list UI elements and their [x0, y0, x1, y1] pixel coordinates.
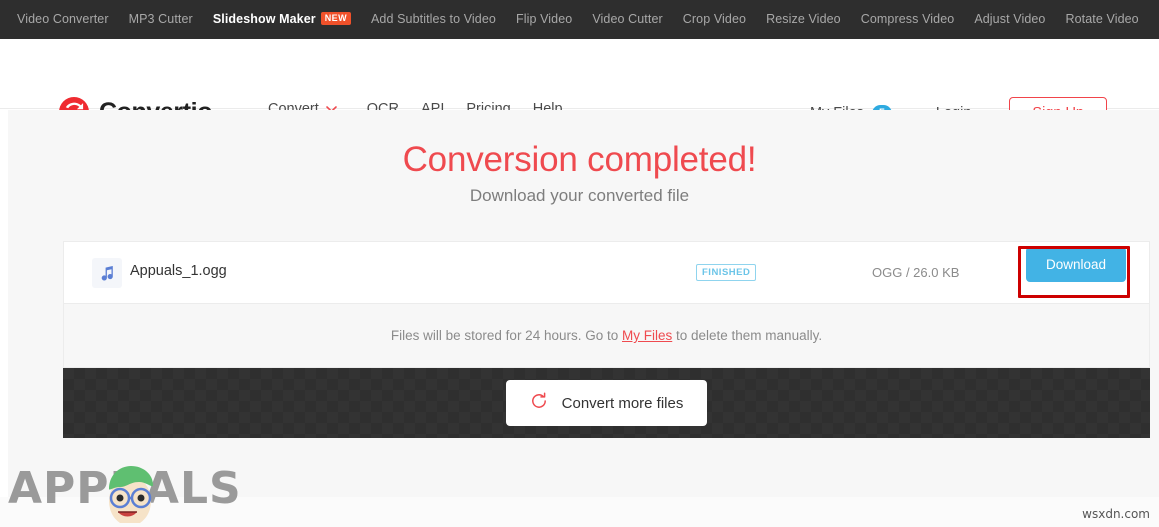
appuals-mascot-icon [109, 466, 153, 523]
topnav-item-crop-video[interactable]: Crop Video [673, 0, 756, 39]
refresh-icon [530, 392, 548, 414]
topnav-label: Adjust Video [974, 12, 1046, 26]
topnav-label: Video Cutter [592, 12, 663, 26]
topnav-label: Flip Video [515, 12, 573, 26]
topnav-label: Slideshow Maker [212, 12, 316, 26]
topnav-item-add-subtitles-to-video[interactable]: Add Subtitles to Video [361, 0, 506, 39]
storage-info-suffix: to delete them manually. [672, 328, 823, 343]
appuals-watermark: APPUALS [8, 466, 242, 523]
topnav-label: MP3 Cutter [128, 12, 193, 26]
topnav-item-resize-video[interactable]: Resize Video [756, 0, 851, 39]
new-badge: NEW [320, 12, 351, 25]
file-name: Appuals_1.ogg [130, 263, 227, 279]
my-files-inline-link[interactable]: My Files [622, 328, 672, 343]
download-button[interactable]: Download [1026, 247, 1127, 282]
site-header: Convertio Convert OCR API Pricing Help M… [0, 39, 1159, 129]
topnav-item-mp3-cutter[interactable]: MP3 Cutter [119, 0, 203, 39]
topnav-item-slideshow-maker[interactable]: Slideshow Maker NEW [203, 0, 361, 39]
topnav-label: Add Subtitles to Video [370, 12, 496, 26]
topnav-item-video-cutter[interactable]: Video Cutter [582, 0, 672, 39]
top-utility-nav: Video Converter MP3 Cutter Slideshow Mak… [0, 0, 1159, 39]
topnav-label: Rotate Video [1065, 12, 1139, 26]
site-watermark: wsxdn.com [1082, 507, 1150, 521]
topnav-label: Resize Video [766, 12, 841, 26]
topnav-item-flip-video[interactable]: Flip Video [506, 0, 582, 39]
convert-more-panel: Convert more files [63, 368, 1150, 438]
topnav-item-video-converter[interactable]: Video Converter [7, 0, 119, 39]
storage-info-text: Files will be stored for 24 hours. Go to… [391, 328, 822, 343]
topnav-label: Video Converter [17, 12, 109, 26]
topnav-label: Crop Video [682, 12, 747, 26]
topnav-item-adjust-video[interactable]: Adjust Video [964, 0, 1055, 39]
topnav-label: Compress Video [860, 12, 955, 26]
topnav-item-rotate-video[interactable]: Rotate Video [1055, 0, 1148, 39]
page-title: Conversion completed! [402, 140, 757, 179]
music-note-icon [92, 258, 122, 288]
storage-info-strip: Files will be stored for 24 hours. Go to… [63, 303, 1150, 368]
file-result-card: Appuals_1.ogg FINISHED OGG / 26.0 KB Dow… [63, 241, 1150, 303]
convert-more-files-button[interactable]: Convert more files [505, 380, 708, 426]
convert-more-files-label: Convert more files [561, 394, 684, 412]
download-button-wrapper: Download [1026, 247, 1127, 282]
status-badge: FINISHED [696, 264, 757, 282]
storage-info-prefix: Files will be stored for 24 hours. Go to [390, 328, 622, 343]
page-root: Video Converter MP3 Cutter Slideshow Mak… [0, 0, 1159, 527]
file-meta: OGG / 26.0 KB [872, 265, 960, 280]
topnav-item-compress-video[interactable]: Compress Video [851, 0, 965, 39]
page-subtitle: Download your converted file [469, 186, 690, 205]
